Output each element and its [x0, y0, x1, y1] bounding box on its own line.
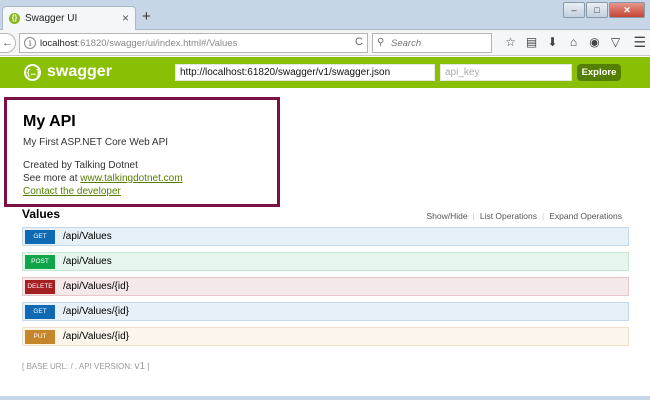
api-version: v1	[134, 361, 146, 372]
back-button[interactable]: ←	[0, 33, 16, 53]
api-description: My First ASP.NET Core Web API	[23, 137, 169, 148]
operation-row[interactable]: GET /api/Values/{id}	[22, 302, 629, 321]
operation-row[interactable]: DELETE /api/Values/{id}	[22, 277, 629, 296]
swagger-brand[interactable]: swagger	[47, 63, 112, 81]
address-text[interactable]: localhost:61820/swagger/ui/index.html#/V…	[40, 38, 237, 49]
pocket-icon[interactable]: ▽	[605, 35, 626, 49]
browser-tab[interactable]: {} Swagger UI ×	[2, 6, 136, 31]
reload-icon[interactable]: C	[355, 36, 363, 48]
explore-button[interactable]: Explore	[577, 64, 621, 81]
website-link[interactable]: www.talkingdotnet.com	[80, 173, 182, 184]
address-bar[interactable]: i localhost:61820/swagger/ui/index.html#…	[19, 33, 368, 53]
operation-path[interactable]: /api/Values/{id}	[63, 281, 129, 292]
method-badge[interactable]: POST	[25, 255, 55, 269]
resource-name[interactable]: Values	[22, 207, 60, 221]
api-created-by: Created by Talking Dotnet	[23, 160, 138, 171]
operation-path[interactable]: /api/Values	[63, 256, 112, 267]
contact-developer-link[interactable]: Contact the developer	[23, 186, 121, 197]
browser-navbar: ← i localhost:61820/swagger/ui/index.htm…	[0, 30, 650, 56]
swagger-favicon-icon: {}	[9, 13, 20, 24]
url-host: localhost	[40, 38, 78, 49]
operation-row[interactable]: GET /api/Values	[22, 227, 629, 246]
separator: |	[472, 211, 475, 221]
operation-row[interactable]: PUT /api/Values/{id}	[22, 327, 629, 346]
expand-operations-link[interactable]: Expand Operations	[549, 211, 622, 221]
site-info-icon[interactable]: i	[24, 37, 36, 49]
api-title: My API	[23, 113, 76, 130]
spec-url-input[interactable]	[175, 64, 435, 81]
operation-path[interactable]: /api/Values/{id}	[63, 331, 129, 342]
operation-row[interactable]: POST /api/Values	[22, 252, 629, 271]
home-icon[interactable]: ⌂	[563, 35, 584, 49]
resource-actions: Show/Hide | List Operations | Expand Ope…	[427, 211, 623, 221]
close-window-button[interactable]: ✕	[609, 2, 645, 18]
base-url-info: [ BASE URL: / , API VERSION: v1 ]	[22, 361, 150, 372]
footer-close: ]	[145, 362, 150, 371]
method-badge[interactable]: PUT	[25, 330, 55, 344]
method-badge[interactable]: GET	[25, 230, 55, 244]
browser-titlebar: {} Swagger UI × + – □ ✕	[0, 0, 650, 31]
api-key-input[interactable]	[440, 64, 572, 81]
search-bar[interactable]: ⚲	[372, 33, 492, 53]
url-path: :61820/swagger/ui/index.html#/Values	[77, 38, 238, 49]
api-see-more: See more at www.talkingdotnet.com	[23, 173, 183, 184]
operation-path[interactable]: /api/Values	[63, 231, 112, 242]
see-more-prefix: See more at	[23, 173, 81, 184]
chat-icon[interactable]: ◉	[584, 35, 605, 49]
window-bottom-border	[0, 396, 650, 400]
method-badge[interactable]: DELETE	[25, 280, 55, 294]
menu-icon[interactable]: ☰	[633, 34, 646, 51]
show-hide-link[interactable]: Show/Hide	[427, 211, 468, 221]
star-icon[interactable]: ☆	[500, 35, 521, 49]
swagger-logo-icon: {…}	[24, 64, 41, 81]
operation-path[interactable]: /api/Values/{id}	[63, 306, 129, 317]
download-icon[interactable]: ⬇	[542, 35, 563, 49]
tab-title: Swagger UI	[25, 13, 78, 24]
base-url-label: BASE URL: / , API VERSION:	[26, 362, 135, 371]
toolbar-icons: ☆ ▤ ⬇ ⌂ ◉ ▽	[500, 35, 626, 49]
method-badge[interactable]: GET	[25, 305, 55, 319]
swagger-header: {…} swagger Explore	[0, 57, 650, 88]
search-icon: ⚲	[377, 37, 385, 48]
tab-close-icon[interactable]: ×	[122, 11, 129, 25]
new-tab-button[interactable]: +	[142, 9, 151, 24]
search-input[interactable]	[391, 35, 487, 51]
window-controls: – □ ✕	[562, 2, 645, 18]
minimize-button[interactable]: –	[563, 2, 585, 18]
list-operations-link[interactable]: List Operations	[480, 211, 537, 221]
separator: |	[542, 211, 545, 221]
bookmarks-icon[interactable]: ▤	[521, 35, 542, 49]
maximize-button[interactable]: □	[586, 2, 608, 18]
api-info-highlight: My API My First ASP.NET Core Web API Cre…	[4, 97, 280, 207]
